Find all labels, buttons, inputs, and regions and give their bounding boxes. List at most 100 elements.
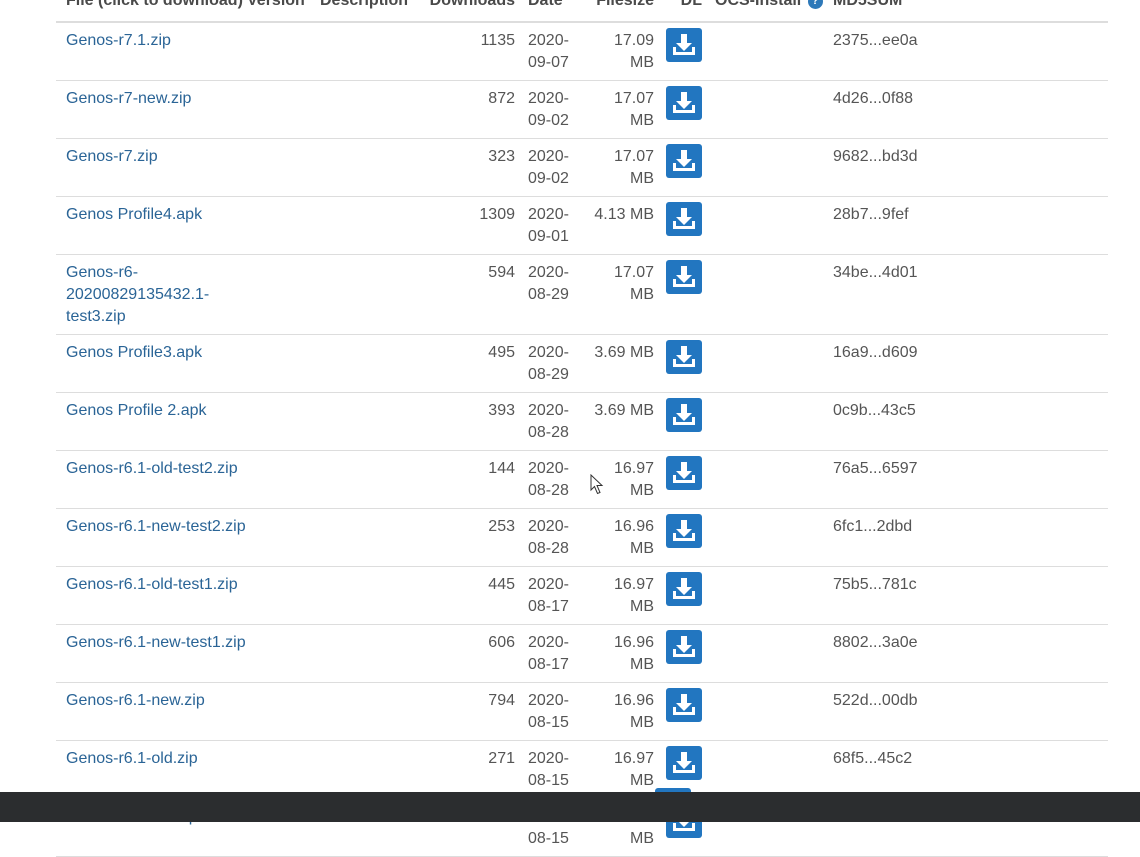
header-filesize[interactable]: Filesize [588, 0, 654, 23]
file-cell: Genos-r6.1-old-test2.zip [56, 450, 247, 509]
file-link[interactable]: Genos-r6.1-old-test2.zip [66, 460, 238, 477]
dl-cell [654, 508, 702, 567]
file-link[interactable]: Genos Profile4.apk [66, 206, 202, 223]
file-link[interactable]: Genos-r6.1-new-test2.zip [66, 518, 246, 535]
download-button[interactable] [666, 86, 702, 120]
description-cell [320, 392, 424, 451]
ocs-install-cell [702, 196, 833, 255]
file-cell: Genos Profile4.apk [56, 196, 247, 255]
table-row: Genos-r6.1-new-test2.zip 253 2020-08-28 16.… [56, 508, 1108, 567]
date-cell: 2020-08-29 [515, 334, 588, 393]
description-cell [320, 254, 424, 335]
download-button[interactable] [666, 260, 702, 294]
file-cell: Genos Profile 2.apk [56, 392, 247, 451]
file-link[interactable]: Genos-r6.1-old.zip [66, 750, 198, 767]
table-row: Genos-r7.zip 323 2020-09-02 17.07 MB 9682...… [56, 138, 1108, 197]
md5-cell: 0c9b...43c5 [833, 392, 1108, 451]
description-cell [320, 624, 424, 683]
filesize-cell: 4.13 MB [588, 196, 654, 255]
md5-cell: 16a9...d609 [833, 334, 1108, 393]
download-button[interactable] [666, 688, 702, 722]
file-link[interactable]: Genos Profile 2.apk [66, 402, 207, 419]
md5-cell: 4d26...0f88 [833, 80, 1108, 139]
downloads-table-container: File (click to download) Version Descrip… [56, 0, 1108, 857]
downloads-count: 253 [424, 508, 515, 567]
file-cell: Genos-r7.zip [56, 138, 247, 197]
file-link[interactable]: Genos-r6.1-old-test1.zip [66, 576, 238, 593]
header-ocs-install-label: OCS-Install [715, 0, 802, 9]
downloads-count: 872 [424, 80, 515, 139]
question-circle-icon[interactable]: ? [807, 0, 823, 9]
md5-cell: 8802...3a0e [833, 624, 1108, 683]
ocs-install-cell [702, 254, 833, 335]
download-button[interactable] [666, 630, 702, 664]
table-row: Genos Profile3.apk 495 2020-08-29 3.69 MB 16… [56, 334, 1108, 393]
download-button[interactable] [666, 746, 702, 780]
version-cell [247, 138, 320, 197]
file-link[interactable]: Genos-r7.1.zip [66, 32, 171, 49]
download-button[interactable] [666, 28, 702, 62]
dl-cell [654, 566, 702, 625]
filesize-cell: 17.07 MB [588, 138, 654, 197]
file-link[interactable]: Genos-r7-new.zip [66, 90, 191, 107]
date-cell: 2020-08-28 [515, 392, 588, 451]
download-button[interactable] [666, 144, 702, 178]
table-row: Genos-r6.1-new.zip 794 2020-08-15 16.96 MB 5… [56, 682, 1108, 741]
description-cell [320, 80, 424, 139]
md5-cell: 76a5...6597 [833, 450, 1108, 509]
header-version[interactable]: Version [247, 0, 320, 23]
downloads-count: 1135 [424, 22, 515, 81]
description-cell [320, 450, 424, 509]
file-link[interactable]: Genos Profile3.apk [66, 344, 202, 361]
filesize-cell: 16.96 MB [588, 624, 654, 683]
dl-cell [654, 450, 702, 509]
download-button[interactable] [666, 456, 702, 490]
version-cell [247, 624, 320, 683]
taskbar [0, 792, 1140, 822]
ocs-install-cell [702, 740, 833, 799]
file-link[interactable]: Genos-r6.1-new-test1.zip [66, 634, 246, 651]
ocs-install-cell [702, 682, 833, 741]
download-icon [666, 751, 702, 775]
dl-cell [654, 334, 702, 393]
downloads-count: 606 [424, 624, 515, 683]
header-dl: DL [654, 0, 702, 23]
ocs-install-cell [702, 80, 833, 139]
header-downloads[interactable]: Downloads [424, 0, 515, 23]
version-cell [247, 740, 320, 799]
downloads-count: 1309 [424, 196, 515, 255]
file-link[interactable]: Genos-r6-20200829135432.1-test3.zip [66, 264, 209, 325]
downloads-count: 594 [424, 254, 515, 335]
table-row: Genos-r7.1.zip 1135 2020-09-07 17.09 MB 2375… [56, 22, 1108, 81]
ocs-install-cell [702, 334, 833, 393]
download-icon [666, 519, 702, 543]
header-date[interactable]: Date [515, 0, 588, 23]
ocs-install-cell [702, 392, 833, 451]
file-cell: Genos-r6-20200829135432.1-test3.zip [56, 254, 247, 335]
file-link[interactable]: Genos-r7.zip [66, 148, 158, 165]
date-cell: 2020-09-02 [515, 80, 588, 139]
download-button[interactable] [666, 398, 702, 432]
version-cell [247, 334, 320, 393]
dl-cell [654, 22, 702, 81]
file-cell: Genos-r6.1-new.zip [56, 682, 247, 741]
md5-cell: 9682...bd3d [833, 138, 1108, 197]
table-row: Genos Profile4.apk 1309 2020-09-01 4.13 MB 2… [56, 196, 1108, 255]
download-button[interactable] [666, 572, 702, 606]
downloads-count: 271 [424, 740, 515, 799]
filesize-cell: 16.97 MB [588, 566, 654, 625]
header-file[interactable]: File (click to download) [56, 0, 247, 23]
date-cell: 2020-08-28 [515, 508, 588, 567]
header-description[interactable]: Description [320, 0, 424, 23]
date-cell: 2020-08-29 [515, 254, 588, 335]
dl-cell [654, 254, 702, 335]
download-button[interactable] [666, 340, 702, 374]
filesize-cell: 16.96 MB [588, 508, 654, 567]
filesize-cell: 3.69 MB [588, 392, 654, 451]
download-button[interactable] [666, 202, 702, 236]
description-cell [320, 740, 424, 799]
download-button[interactable] [666, 514, 702, 548]
md5-cell: 2375...ee0a [833, 22, 1108, 81]
download-icon [666, 265, 702, 289]
file-link[interactable]: Genos-r6.1-new.zip [66, 692, 205, 709]
